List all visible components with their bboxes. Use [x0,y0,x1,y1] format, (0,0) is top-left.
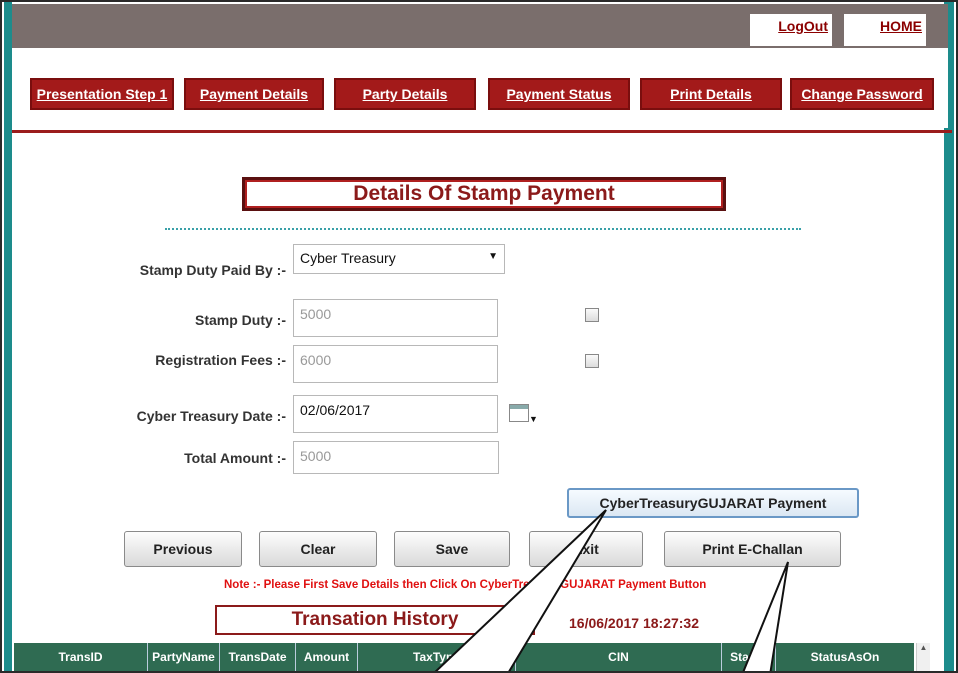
clear-button[interactable]: Clear [259,531,377,567]
total-amount-label: Total Amount :- [184,450,286,466]
left-border [4,2,12,671]
nav-item-change-password[interactable]: Change Password [790,78,934,110]
treasury-date-label: Cyber Treasury Date :- [136,408,286,424]
registration-fees-field[interactable]: 6000 [293,345,498,383]
exit-button[interactable]: Exit [529,531,643,567]
registration-fees-checkbox[interactable] [585,354,599,368]
previous-button[interactable]: Previous [124,531,242,567]
paid-by-label: Stamp Duty Paid By :- [139,262,286,278]
nav-item-payment-status[interactable]: Payment Status [488,78,630,110]
stamp-duty-label: Stamp Duty :- [195,312,286,328]
history-table-header: TransID PartyName TransDate Amount TaxTy… [14,643,914,671]
column-header[interactable]: StatusAsOn [776,643,914,671]
cybertreasury-payment-button[interactable]: CyberTreasuryGUJARAT Payment [567,488,859,518]
divider-line [12,130,952,133]
nav-item-presentation-step-1[interactable]: Presentation Step 1 [30,78,174,110]
nav-bar: Presentation Step 1 Payment Details Part… [12,48,948,128]
logout-link[interactable]: LogOut [750,14,832,46]
dotted-divider [165,228,801,230]
save-button[interactable]: Save [394,531,510,567]
home-link[interactable]: HOME [844,14,926,46]
scroll-up-icon[interactable]: ▲ [917,643,930,652]
transaction-history-title: Transation History [215,605,535,635]
total-amount-field[interactable]: 5000 [293,441,499,474]
column-header[interactable]: TaxType [358,643,516,671]
column-header[interactable]: TransDate [220,643,296,671]
column-header[interactable]: Amount [296,643,358,671]
nav-item-print-details[interactable]: Print Details [640,78,782,110]
paid-by-select[interactable]: Cyber Treasury ▼ [293,244,505,274]
history-datetime: 16/06/2017 18:27:32 [569,615,699,631]
dropdown-arrow-icon: ▼ [488,251,498,262]
print-echallan-button[interactable]: Print E-Challan [664,531,841,567]
nav-item-party-details[interactable]: Party Details [334,78,476,110]
table-scrollbar[interactable]: ▲ [916,643,930,671]
note-text: Note :- Please First Save Details then C… [224,579,707,591]
paid-by-value: Cyber Treasury [300,250,396,266]
registration-fees-label: Registration Fees :- [155,352,286,368]
column-header[interactable]: PartyName [148,643,220,671]
stamp-duty-field[interactable]: 5000 [293,299,498,337]
nav-item-payment-details[interactable]: Payment Details [184,78,324,110]
column-header[interactable]: TransID [14,643,148,671]
treasury-date-field[interactable]: 02/06/2017 [293,395,498,433]
browser-frame: LogOut HOME Presentation Step 1 Payment … [0,0,958,673]
column-header[interactable]: Status [722,643,776,671]
page-title: Details Of Stamp Payment [242,177,726,211]
column-header[interactable]: CIN [516,643,722,671]
calendar-icon[interactable] [509,404,529,422]
calendar-dropdown-arrow-icon[interactable]: ▼ [529,414,538,424]
stamp-duty-checkbox[interactable] [585,308,599,322]
